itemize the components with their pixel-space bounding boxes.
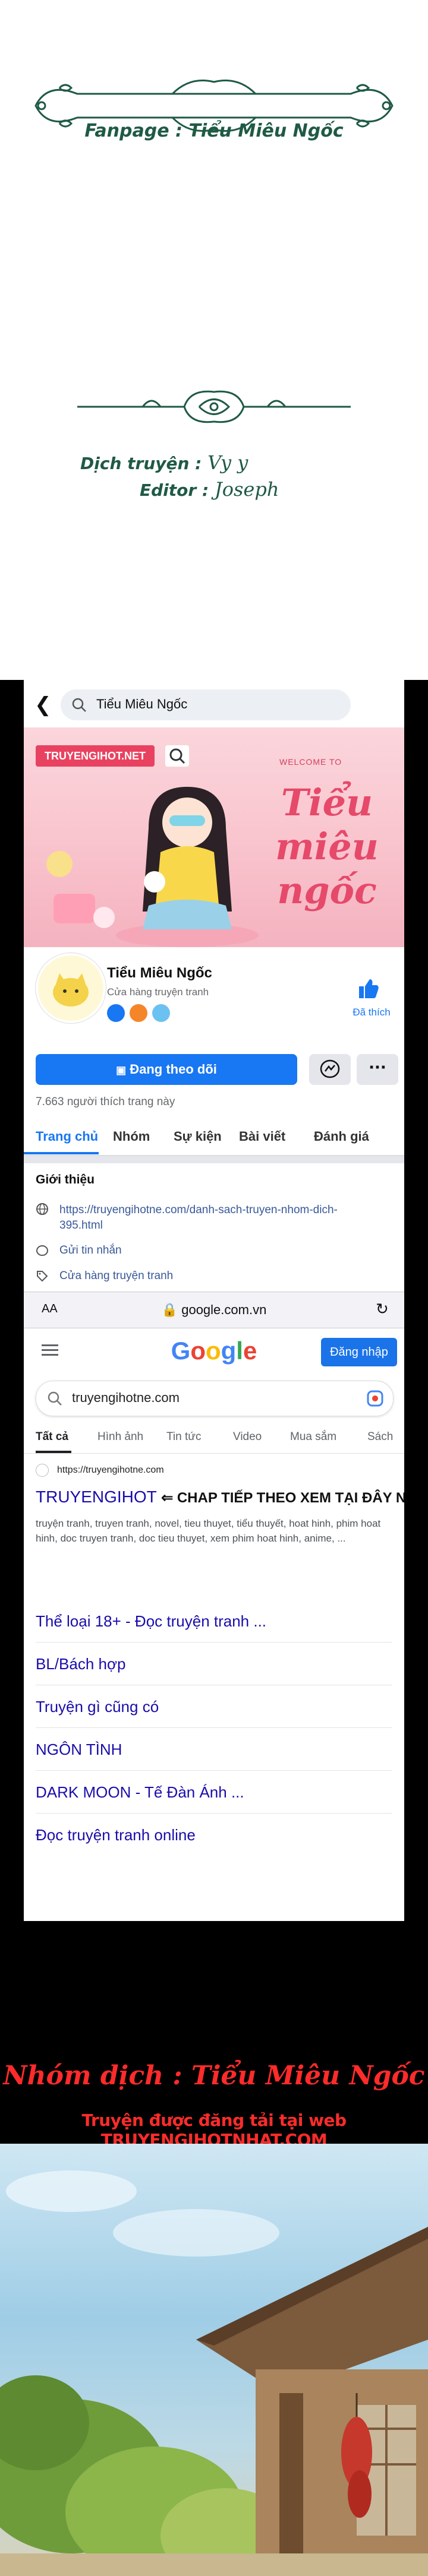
comic-panel [0,2144,428,2576]
tab-reviews[interactable]: Đánh giá [314,1129,369,1144]
translator-label: Dịch truyện : [80,454,202,473]
g-tab-all[interactable]: Tất cả [36,1431,68,1444]
reload-icon[interactable]: ↻ [376,1300,389,1318]
result-site[interactable]: https://truyengihotne.com [36,1464,164,1477]
shop-row[interactable]: Cửa hàng truyện tranh [36,1270,173,1283]
fb-tabs: Trang chủ Nhóm Sự kiện Bài viết Đánh giá [24,1119,404,1156]
cover-welcome: WELCOME TO [279,757,342,767]
fanpage-credit: Fanpage : Tiểu Miêu Ngốc [84,121,344,141]
sub-link-bl[interactable]: BL/Bách hợp [36,1643,392,1685]
result-title-row: TRUYENGIHOT ⇐ CHAP TIẾP THEO XEM TẠI ĐÂY… [36,1488,404,1507]
fb-search-text: Tiểu Miêu Ngốc [96,697,188,711]
signin-button[interactable]: Đăng nhập [321,1338,397,1366]
search-query: truyengihotne.com [72,1390,180,1405]
search-icon [48,1391,62,1406]
shop-badge-icon [152,1004,170,1022]
intro-link[interactable]: https://truyengihotne.com/danh-sach-truy… [59,1202,380,1233]
messenger-small-icon [36,1245,48,1256]
messenger-button[interactable] [309,1054,351,1085]
phone-screenshot: ❮ Tiểu Miêu Ngốc TRUYENGIHOT.NET WELCOME… [24,680,404,1921]
more-options-button[interactable]: ··· [357,1054,398,1085]
translator-name: Vy y [207,451,248,474]
fb-top-bar: ❮ Tiểu Miêu Ngốc [24,680,404,727]
messenger-badge-icon [107,1004,125,1022]
translator-credit: Dịch truyện : Vy y [80,451,248,474]
following-icon: ▣ [116,1064,127,1076]
page-category: Cửa hàng truyện tranh [107,986,209,998]
lock-icon: 🔒 [161,1302,178,1317]
profile-section: Tiểu Miêu Ngốc Cửa hàng truyện tranh Đã … [24,947,404,1048]
tag-icon [37,1271,48,1282]
globe-icon [36,1203,48,1215]
avatar-cat-icon [53,973,89,1007]
fb-search-bar[interactable]: Tiểu Miêu Ngốc [61,689,351,720]
g-tab-books[interactable]: Sách [367,1431,393,1444]
active-tab-indicator [24,1152,99,1154]
cover-photo: TRUYENGIHOT.NET WELCOME TO Tiểu miêu ngố… [24,727,404,947]
google-tabs: Tất cả Hình ảnh Tin tức Video Mua sắm Sá… [24,1423,404,1454]
messenger-icon [320,1059,340,1078]
g-tab-video[interactable]: Video [233,1431,262,1444]
sub-link-ngontinh[interactable]: NGÔN TÌNH [36,1729,392,1771]
safari-url[interactable]: 🔒 google.com.vn [24,1302,404,1318]
cover-girl-illustration [116,787,259,947]
cover-title: Tiểu miêu ngốc [275,781,379,912]
sub-link-18plus[interactable]: Thể loại 18+ - Đọc truyện tranh ... [36,1600,392,1643]
page-name: Tiểu Miêu Ngốc [107,965,212,981]
editor-credit: Editor : Joseph [140,478,279,501]
liked-label: Đã thích [353,1007,391,1018]
g-tab-images[interactable]: Hình ảnh [97,1431,143,1444]
send-message-row[interactable]: Gửi tin nhắn [36,1244,122,1257]
village-illustration [0,2170,428,2576]
tab-posts[interactable]: Bài viết [239,1129,285,1144]
section-divider [24,1156,404,1163]
result-site-url: https://truyengihotne.com [57,1465,164,1476]
thumbs-up-icon[interactable] [357,977,380,1001]
google-header: Google Đăng nhập [24,1328,404,1376]
g-tab-shopping[interactable]: Mua sắm [290,1431,336,1444]
sub-link-any[interactable]: Truyện gì cũng có [36,1686,392,1728]
band-left [0,680,24,701]
editor-label: Editor : [140,480,209,500]
following-label: Đang theo dõi [130,1062,217,1077]
divider-ornament [77,390,351,423]
intro-link-row[interactable]: https://truyengihotne.com/danh-sach-truy… [36,1202,380,1233]
result-annotation: ⇐ CHAP TIẾP THEO XEM TẠI ĐÂY NHA [161,1490,404,1506]
cover-decoration [46,851,115,928]
google-lens-icon[interactable] [366,1390,384,1407]
instagram-badge-icon [130,1004,147,1022]
shop-label: Cửa hàng truyện tranh [59,1270,174,1282]
intro-title: Giới thiệu [36,1173,95,1186]
tab-groups[interactable]: Nhóm [113,1129,150,1144]
translation-group-text: Nhóm dịch : Tiểu Miêu Ngốc [3,2061,425,2091]
page-avatar[interactable] [36,953,106,1023]
search-icon [72,698,86,712]
back-arrow-icon[interactable]: ❮ [34,693,52,717]
result-description: truyện tranh, truyen tranh, novel, tieu … [36,1518,381,1544]
tab-home[interactable]: Trang chủ [36,1129,98,1144]
g-active-tab-indicator [36,1451,71,1453]
tab-events[interactable]: Sự kiện [174,1129,222,1144]
sub-link-online[interactable]: Đọc truyện tranh online [36,1814,392,1856]
send-message-label: Gửi tin nhắn [59,1244,122,1257]
g-tab-news[interactable]: Tin tức [166,1431,201,1444]
band-right [404,680,428,701]
google-search-box[interactable]: truyengihotne.com [36,1381,394,1416]
result-title[interactable]: TRUYENGIHOT [36,1488,156,1506]
following-button[interactable]: ▣ Đang theo dõi [36,1054,297,1085]
sub-link-darkmoon[interactable]: DARK MOON - Tế Đàn Ánh ... [36,1771,392,1814]
site-favicon-icon [36,1464,49,1477]
likes-count: 7.663 người thích trang này [36,1096,175,1108]
editor-name: Joseph [214,478,279,501]
safari-address-bar: AA 🔒 google.com.vn ↻ [24,1292,404,1328]
url-text: google.com.vn [181,1302,267,1317]
